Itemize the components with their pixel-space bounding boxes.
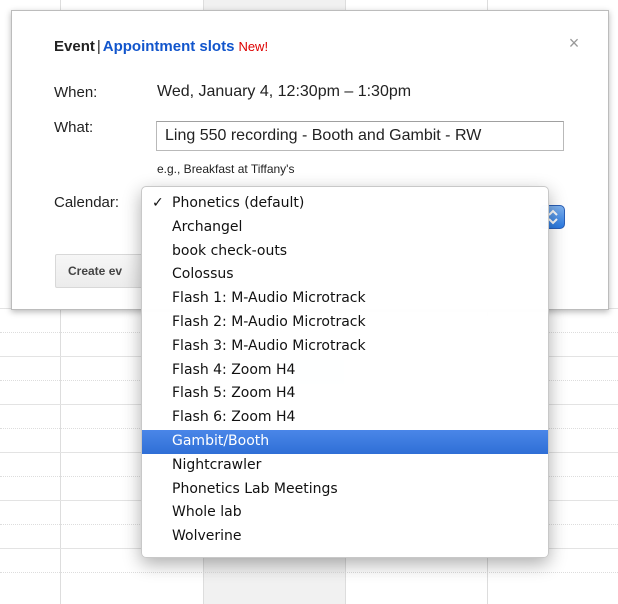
calendar-option[interactable]: book check-outs [142, 240, 548, 264]
grid-half-hour-line [0, 572, 618, 573]
calendar-option-label: Colossus [172, 266, 234, 283]
new-badge: New! [238, 39, 269, 54]
checkmark-icon: ✓ [152, 195, 164, 211]
calendar-option[interactable]: Flash 5: Zoom H4 [142, 382, 548, 406]
calendar-option-label: Gambit/Booth [172, 432, 270, 449]
calendar-option[interactable]: Flash 6: Zoom H4 [142, 406, 548, 430]
calendar-option-label: Archangel [172, 218, 243, 235]
calendar-option[interactable]: Phonetics Lab Meetings [142, 478, 548, 502]
calendar-option[interactable]: Flash 2: M-Audio Microtrack [142, 311, 548, 335]
popup-header: Event | Appointment slots New! [54, 38, 268, 55]
what-input[interactable]: Ling 550 recording - Booth and Gambit - … [156, 121, 564, 151]
calendar-option[interactable]: Whole lab [142, 501, 548, 525]
when-value: Wed, January 4, 12:30pm – 1:30pm [157, 83, 412, 100]
calendar-option-label: Phonetics Lab Meetings [172, 480, 338, 497]
calendar-option-label: book check-outs [172, 242, 288, 259]
calendar-option-label: Flash 5: Zoom H4 [172, 385, 296, 402]
tab-separator: | [96, 38, 101, 55]
calendar-option[interactable]: ✓ Phonetics (default) [142, 192, 548, 216]
what-hint: e.g., Breakfast at Tiffany's [157, 162, 295, 176]
calendar-option[interactable]: Colossus [142, 263, 548, 287]
when-label: When: [54, 84, 98, 101]
calendar-option-label: Nightcrawler [172, 456, 262, 473]
calendar-option[interactable]: Nightcrawler [142, 454, 548, 478]
calendar-option[interactable]: Flash 3: M-Audio Microtrack [142, 335, 548, 359]
calendar-option[interactable]: Wolverine [142, 525, 548, 549]
calendar-dropdown-menu[interactable]: ✓ Phonetics (default) Archangel book check-… [141, 186, 549, 558]
calendar-option-label: Flash 1: M-Audio Microtrack [172, 290, 366, 307]
calendar-option[interactable]: Flash 4: Zoom H4 [142, 359, 548, 383]
calendar-option-label: Flash 6: Zoom H4 [172, 409, 296, 426]
calendar-option[interactable]: Archangel [142, 216, 548, 240]
calendar-option[interactable]: Flash 1: M-Audio Microtrack [142, 287, 548, 311]
calendar-option-label: Wolverine [172, 528, 242, 545]
tab-appointment-slots[interactable]: Appointment slots [103, 38, 235, 55]
calendar-label: Calendar: [54, 194, 120, 211]
calendar-option-label: Phonetics (default) [172, 195, 305, 211]
calendar-option-label: Flash 4: Zoom H4 [172, 361, 296, 378]
calendar-option-label: Flash 2: M-Audio Microtrack [172, 313, 366, 330]
close-icon[interactable]: × [564, 33, 584, 53]
calendar-option-label: Flash 3: M-Audio Microtrack [172, 337, 366, 354]
tab-event[interactable]: Event [54, 38, 95, 55]
calendar-option-label: Whole lab [172, 504, 242, 521]
calendar-option[interactable]: Gambit/Booth [142, 429, 548, 454]
what-label: What: [54, 119, 94, 136]
